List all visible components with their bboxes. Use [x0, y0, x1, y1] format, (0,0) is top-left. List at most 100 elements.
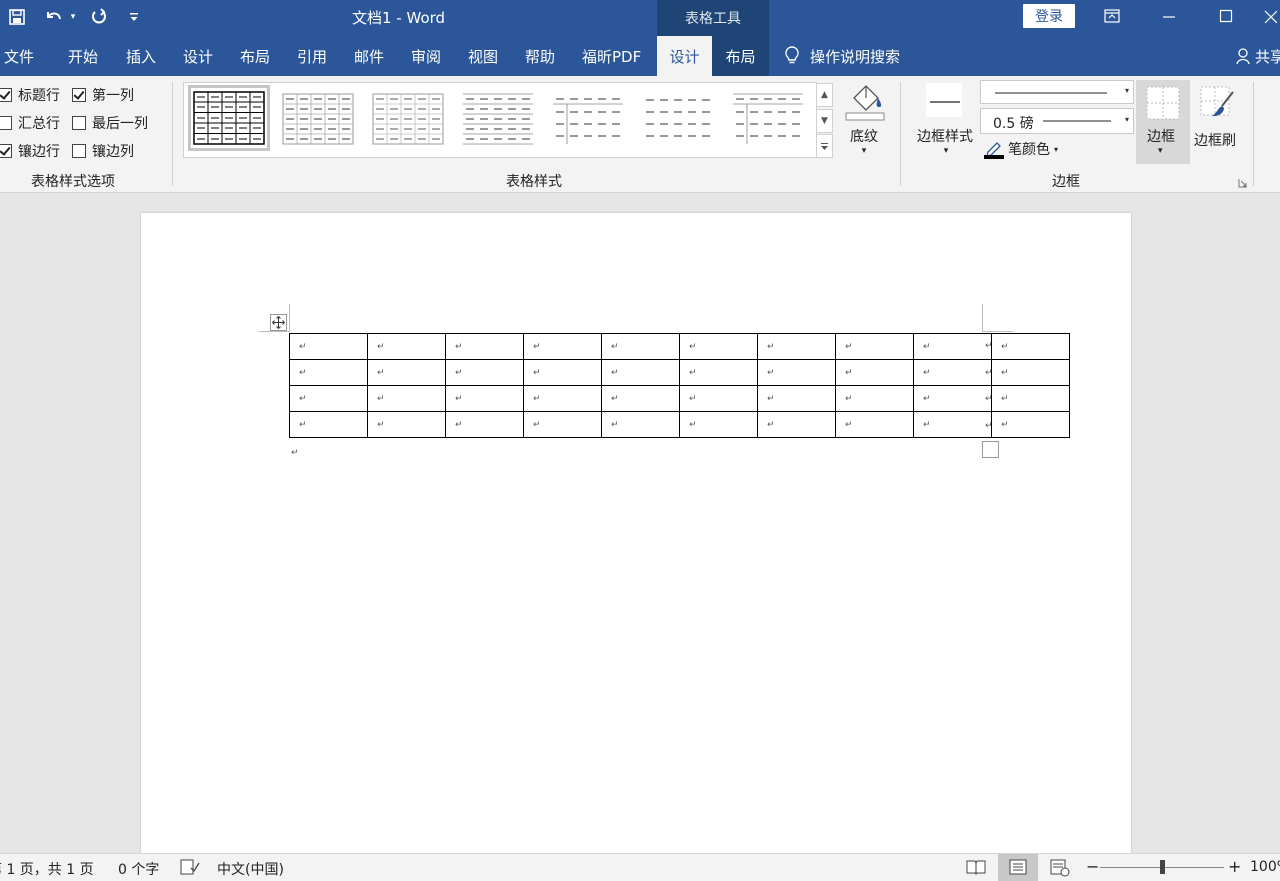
table-cell[interactable]: ↵ [679, 359, 758, 386]
table-move-handle-icon[interactable] [270, 314, 287, 331]
table-cell[interactable]: ↵ [445, 385, 524, 412]
read-mode-icon[interactable] [966, 858, 986, 880]
tab-view[interactable]: 视图 [468, 36, 498, 76]
table-cell[interactable]: ↵ [445, 333, 524, 360]
ribbon-display-icon[interactable] [1100, 6, 1124, 26]
line-style-dropdown[interactable]: ▾ [980, 80, 1134, 104]
table-cell[interactable]: ↵ [991, 333, 1070, 360]
checkbox-banded-columns[interactable]: 镶边列 [72, 141, 134, 161]
checkbox-banded-rows[interactable]: 镶边行 [0, 141, 60, 161]
table-cell[interactable]: ↵ [289, 411, 368, 438]
table-style-plain-4[interactable] [732, 90, 804, 146]
tab-table-design[interactable]: 设计 [657, 36, 712, 76]
table-cell[interactable]: ↵ [835, 385, 914, 412]
table-cell[interactable]: ↵ [757, 359, 836, 386]
table-cell[interactable]: ↵ [913, 385, 992, 412]
table-cell[interactable]: ↵ [445, 411, 524, 438]
table-style-light-grid[interactable] [282, 90, 354, 146]
table-cell[interactable]: ↵ [601, 411, 680, 438]
tab-layout[interactable]: 布局 [240, 36, 270, 76]
line-weight-dropdown[interactable]: 0.5 磅 ▾ [980, 108, 1134, 134]
table-cell[interactable]: ↵ [913, 359, 992, 386]
table-cell[interactable]: ↵ [523, 411, 602, 438]
word-count[interactable]: 0 个字 [118, 859, 159, 879]
borders-button[interactable]: 边框 ▾ [1136, 80, 1190, 164]
table-cell[interactable]: ↵ [445, 359, 524, 386]
shading-button[interactable] [842, 82, 888, 126]
tab-insert[interactable]: 插入 [126, 36, 156, 76]
table-cell[interactable]: ↵ [835, 333, 914, 360]
table-cell[interactable]: ↵ [601, 359, 680, 386]
checkbox-header-row[interactable]: 标题行 [0, 85, 60, 105]
table-cell[interactable]: ↵ [523, 359, 602, 386]
checkbox-first-column[interactable]: 第一列 [72, 85, 134, 105]
table-cell[interactable]: ↵ [991, 385, 1070, 412]
redo-icon[interactable] [88, 6, 110, 28]
web-layout-icon[interactable] [1050, 859, 1070, 881]
pen-color-button[interactable]: 笔颜色 ▾ [984, 138, 1058, 160]
table-cell[interactable]: ↵ [679, 385, 758, 412]
close-icon[interactable] [1260, 6, 1280, 26]
table-cell[interactable]: ↵ [523, 333, 602, 360]
table-style-plain-1[interactable] [462, 90, 534, 146]
undo-icon[interactable] [42, 6, 66, 28]
table-cell[interactable]: ↵ [367, 411, 446, 438]
tab-help[interactable]: 帮助 [525, 36, 555, 76]
gallery-scroll-down-icon[interactable]: ▼ [816, 109, 833, 133]
table-cell[interactable]: ↵ [835, 411, 914, 438]
border-styles-dropdown-icon[interactable]: ▾ [941, 146, 951, 156]
tab-file[interactable]: 文件 [4, 36, 34, 76]
proofing-icon[interactable] [180, 858, 200, 880]
save-icon[interactable] [6, 6, 28, 28]
table-cell[interactable]: ↵ [289, 333, 368, 360]
table-cell[interactable]: ↵ [835, 359, 914, 386]
print-layout-button[interactable] [998, 854, 1038, 881]
table-style-light-grid-2[interactable] [372, 90, 444, 146]
maximize-icon[interactable] [1214, 6, 1238, 26]
table-cell[interactable]: ↵ [991, 411, 1070, 438]
gallery-more-icon[interactable] [816, 134, 833, 158]
table-cell[interactable]: ↵ [757, 411, 836, 438]
shading-dropdown-icon[interactable]: ▾ [859, 146, 869, 156]
customize-icon[interactable] [126, 6, 142, 28]
table-cell[interactable]: ↵ [367, 359, 446, 386]
zoom-level[interactable]: 100% [1250, 859, 1280, 875]
table-cell[interactable]: ↵ [289, 385, 368, 412]
zoom-in-icon[interactable]: + [1228, 857, 1241, 876]
table-style-plain-3[interactable] [642, 90, 714, 146]
border-painter-button[interactable]: 边框刷 [1194, 80, 1246, 164]
table-style-gallery[interactable] [183, 82, 817, 158]
login-button[interactable]: 登录 [1023, 4, 1075, 28]
borders-dialog-launcher-icon[interactable] [1238, 176, 1248, 192]
page-count[interactable]: 第 1 页，共 1 页 [0, 859, 94, 879]
table-style-grid[interactable] [188, 85, 270, 151]
tab-foxit-pdf[interactable]: 福昕PDF [582, 36, 641, 76]
table-resize-handle[interactable] [982, 441, 999, 458]
table-cell[interactable]: ↵ [913, 411, 992, 438]
table-cell[interactable]: ↵ [601, 385, 680, 412]
table-cell[interactable]: ↵ [367, 333, 446, 360]
table-cell[interactable]: ↵ [679, 333, 758, 360]
tab-mailings[interactable]: 邮件 [354, 36, 384, 76]
checkbox-last-column[interactable]: 最后一列 [72, 113, 148, 133]
language[interactable]: 中文(中国) [217, 859, 284, 879]
table-cell[interactable]: ↵ [601, 333, 680, 360]
table-cell[interactable]: ↵ [757, 385, 836, 412]
border-styles-button[interactable] [922, 82, 966, 118]
table-cell[interactable]: ↵ [367, 385, 446, 412]
undo-dropdown-icon[interactable]: ▾ [68, 6, 78, 28]
table-cell[interactable]: ↵ [289, 359, 368, 386]
checkbox-total-row[interactable]: 汇总行 [0, 113, 60, 133]
document-table[interactable]: ↵ ↵ ↵ ↵ ↵ ↵ ↵ ↵ ↵ ↵ ↵ ↵ ↵ ↵ ↵ ↵ ↵ ↵ ↵ ↵ ↵ ↵ ↵ ↵ ↵ ↵ ↵ ↵ ↵ ↵ ↵ ↵ ↵ ↵ ↵ ↵ ↵ ↵ ↵ ↵ [289, 333, 1070, 438]
tab-review[interactable]: 审阅 [411, 36, 441, 76]
tab-table-layout[interactable]: 布局 [712, 36, 769, 76]
tab-references[interactable]: 引用 [297, 36, 327, 76]
tab-design[interactable]: 设计 [183, 36, 213, 76]
share-button[interactable]: 共享 [1236, 36, 1280, 76]
tell-me-search[interactable]: 操作说明搜索 [784, 36, 900, 76]
table-style-plain-2[interactable] [552, 90, 624, 146]
zoom-out-icon[interactable]: − [1086, 857, 1099, 876]
table-cell[interactable]: ↵ [991, 359, 1070, 386]
minimize-icon[interactable] [1157, 6, 1181, 26]
gallery-scroll-up-icon[interactable]: ▲ [816, 83, 833, 107]
